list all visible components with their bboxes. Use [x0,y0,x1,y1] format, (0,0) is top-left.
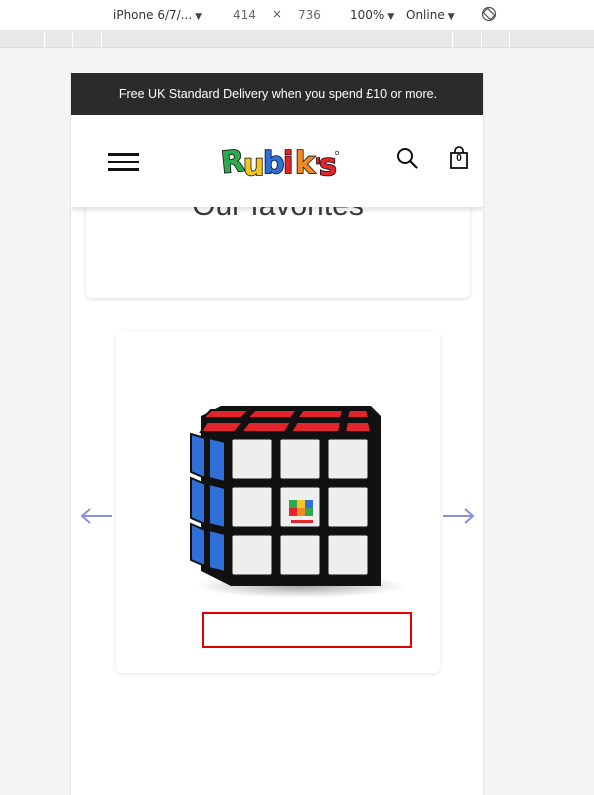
network-dropdown-caret-icon: ▼ [447,12,455,22]
ruler-tick [72,31,73,48]
ruler-tick [44,31,45,48]
search-icon[interactable] [396,147,418,169]
zoom-value: 100% [350,8,385,22]
arrow-right-icon[interactable] [441,507,475,525]
device-dropdown-caret-icon: ▼ [195,12,203,22]
svg-text:i: i [283,146,293,181]
viewport-width-input[interactable]: 414 [233,8,256,22]
viewport-height-input[interactable]: 736 [298,8,321,22]
promo-text: Free UK Standard Delivery when you spend… [118,87,438,101]
network-value: Online [406,8,445,22]
svg-text:s: s [319,148,337,181]
arrow-left-icon[interactable] [80,507,114,525]
ruler-tick [509,31,510,48]
ruler-tick [481,31,482,48]
device-name: iPhone 6/7/... [113,8,193,22]
rotate-icon[interactable] [481,6,497,22]
zoom-dropdown-caret-icon: ▼ [387,12,395,22]
site-header: R u b i k ' s 0 [71,115,483,207]
cart-count-badge: 0 [456,153,462,164]
cart-button[interactable]: 0 [449,146,469,170]
svg-text:k: k [295,146,316,181]
zoom-selector[interactable]: 100% ▼ [350,8,394,22]
devtools-device-toolbar: iPhone 6/7/... ▼ 414 × 736 100% ▼ Online ▼ [0,0,594,31]
device-selector[interactable]: iPhone 6/7/... ▼ [113,8,202,22]
mobile-viewport: Free UK Standard Delivery when you spend… [70,73,484,795]
media-query-ruler [0,31,594,48]
product-name-highlight[interactable] [202,612,412,648]
hamburger-menu-icon[interactable] [108,153,139,171]
network-throttle-selector[interactable]: Online ▼ [406,8,455,22]
svg-text:u: u [243,148,264,181]
carousel-product-card[interactable] [116,331,440,673]
rubiks-cube-product-image [190,406,406,598]
ruler-tick [101,31,102,48]
dimension-separator: × [272,7,283,21]
promo-banner: Free UK Standard Delivery when you spend… [71,73,483,115]
ruler-tick [452,31,453,48]
rubiks-logo[interactable]: R u b i k ' s [219,139,339,181]
svg-text:b: b [263,146,284,181]
